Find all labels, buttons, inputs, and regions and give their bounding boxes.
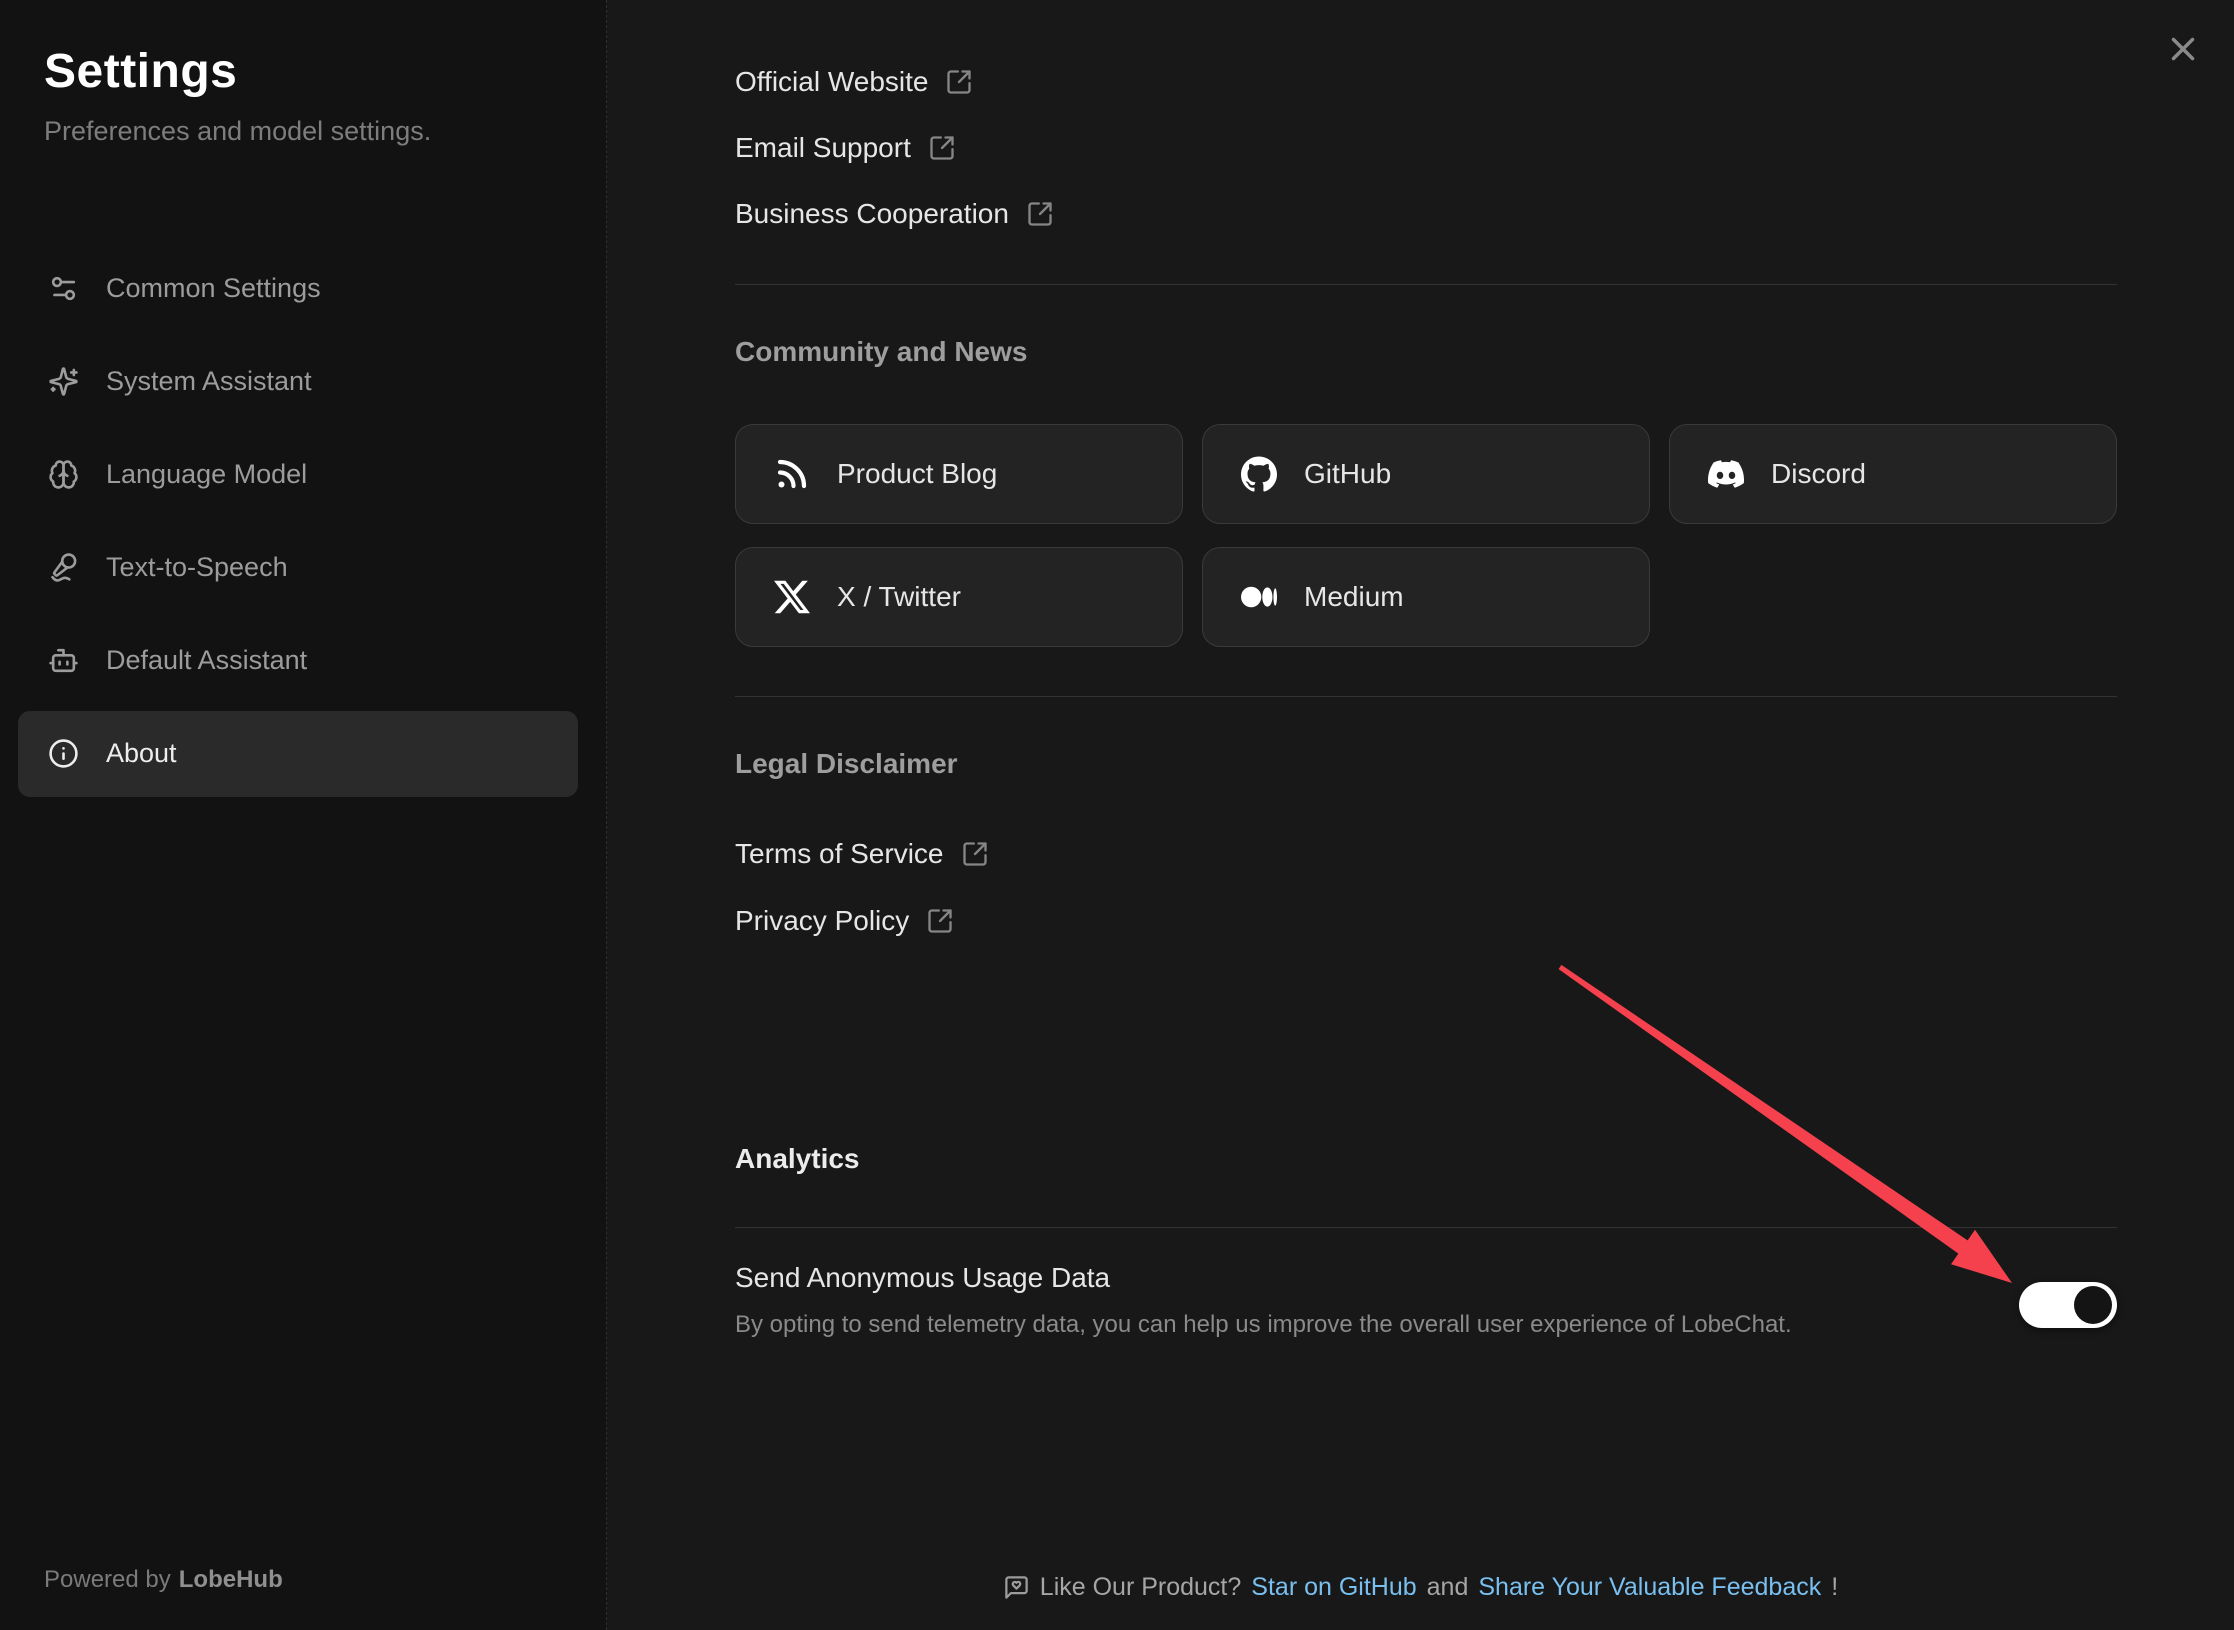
usage-data-label: Send Anonymous Usage Data: [735, 1258, 1792, 1298]
brain-icon: [48, 459, 79, 490]
external-link-icon: [945, 68, 973, 96]
about-panel: Contact Us Official Website Email Suppor…: [607, 0, 2234, 1630]
settings-sidebar: Settings Preferences and model settings.…: [0, 0, 607, 1630]
github-button[interactable]: GitHub: [1202, 424, 1650, 524]
rss-icon: [774, 456, 810, 492]
lobehub-brand[interactable]: LobeHub: [179, 1566, 283, 1593]
share-feedback-link[interactable]: Share Your Valuable Feedback: [1478, 1573, 1821, 1602]
footer-text: and: [1427, 1573, 1469, 1602]
footer-text: Like Our Product?: [1040, 1573, 1242, 1602]
sidebar-item-text-to-speech[interactable]: Text-to-Speech: [18, 525, 578, 611]
sidebar-item-common-settings[interactable]: Common Settings: [18, 246, 578, 332]
link-label: Email Support: [735, 132, 911, 164]
button-label: GitHub: [1304, 458, 1391, 490]
message-square-heart-icon: [1003, 1574, 1030, 1601]
contact-us-heading: Contact Us: [735, 0, 2117, 6]
product-footer: Like Our Product? Star on GitHub and Sha…: [607, 1573, 2234, 1602]
sidebar-item-label: About: [106, 738, 177, 769]
medium-icon: [1241, 579, 1277, 615]
external-link-icon: [928, 134, 956, 162]
external-link-icon: [961, 840, 989, 868]
link-label: Privacy Policy: [735, 905, 909, 937]
button-label: Discord: [1771, 458, 1866, 490]
analytics-setting-row: Send Anonymous Usage Data By opting to s…: [735, 1258, 2117, 1341]
button-label: Medium: [1304, 581, 1404, 613]
sidebar-item-label: Language Model: [106, 459, 307, 490]
legal-heading: Legal Disclaimer: [735, 745, 2117, 783]
powered-by-text: Powered by: [44, 1566, 171, 1593]
section-divider: [735, 696, 2117, 697]
footer-text: !: [1831, 1573, 1838, 1602]
toggle-knob: [2074, 1286, 2112, 1324]
discord-button[interactable]: Discord: [1669, 424, 2117, 524]
sparkles-icon: [48, 366, 79, 397]
contact-links: Official Website Email Support Business …: [735, 62, 2117, 234]
info-icon: [48, 738, 79, 769]
analytics-setting-text: Send Anonymous Usage Data By opting to s…: [735, 1258, 1792, 1341]
page-title: Settings: [44, 44, 606, 99]
close-button[interactable]: [2163, 29, 2203, 69]
sidebar-item-system-assistant[interactable]: System Assistant: [18, 339, 578, 425]
close-icon: [2164, 30, 2202, 68]
x-twitter-button[interactable]: X / Twitter: [735, 547, 1183, 647]
button-label: Product Blog: [837, 458, 997, 490]
powered-by: Powered by LobeHub: [44, 1566, 283, 1594]
legal-links: Terms of Service Privacy Policy: [735, 834, 2117, 941]
github-icon: [1241, 456, 1277, 492]
discord-icon: [1708, 456, 1744, 492]
medium-button[interactable]: Medium: [1202, 547, 1650, 647]
community-heading: Community and News: [735, 333, 2117, 371]
star-on-github-link[interactable]: Star on GitHub: [1251, 1573, 1416, 1602]
sliders-icon: [48, 273, 79, 304]
link-label: Terms of Service: [735, 838, 944, 870]
bot-icon: [48, 645, 79, 676]
sidebar-item-default-assistant[interactable]: Default Assistant: [18, 618, 578, 704]
business-cooperation-link[interactable]: Business Cooperation: [735, 194, 1054, 234]
sidebar-item-label: Text-to-Speech: [106, 552, 288, 583]
external-link-icon: [926, 907, 954, 935]
usage-data-toggle[interactable]: [2019, 1282, 2117, 1328]
sidebar-item-language-model[interactable]: Language Model: [18, 432, 578, 518]
settings-modal: Settings Preferences and model settings.…: [0, 0, 2234, 1630]
privacy-policy-link[interactable]: Privacy Policy: [735, 901, 954, 941]
button-label: X / Twitter: [837, 581, 961, 613]
sidebar-item-label: Common Settings: [106, 273, 321, 304]
official-website-link[interactable]: Official Website: [735, 62, 973, 102]
analytics-heading: Analytics: [735, 1140, 2117, 1178]
sidebar-item-label: Default Assistant: [106, 645, 307, 676]
product-blog-button[interactable]: Product Blog: [735, 424, 1183, 524]
community-buttons: Product Blog GitHub Discord X / Twitter …: [735, 424, 2117, 647]
settings-nav: Common Settings System Assistant Languag…: [0, 246, 606, 797]
mic-icon: [48, 552, 79, 583]
section-divider: [735, 1227, 2117, 1228]
usage-data-description: By opting to send telemetry data, you ca…: [735, 1309, 1792, 1341]
email-support-link[interactable]: Email Support: [735, 128, 956, 168]
section-divider: [735, 284, 2117, 285]
sidebar-item-label: System Assistant: [106, 366, 312, 397]
external-link-icon: [1026, 200, 1054, 228]
x-twitter-icon: [774, 579, 810, 615]
sidebar-item-about[interactable]: About: [18, 711, 578, 797]
page-subtitle: Preferences and model settings.: [44, 115, 606, 147]
terms-of-service-link[interactable]: Terms of Service: [735, 834, 989, 874]
link-label: Official Website: [735, 66, 928, 98]
link-label: Business Cooperation: [735, 198, 1009, 230]
